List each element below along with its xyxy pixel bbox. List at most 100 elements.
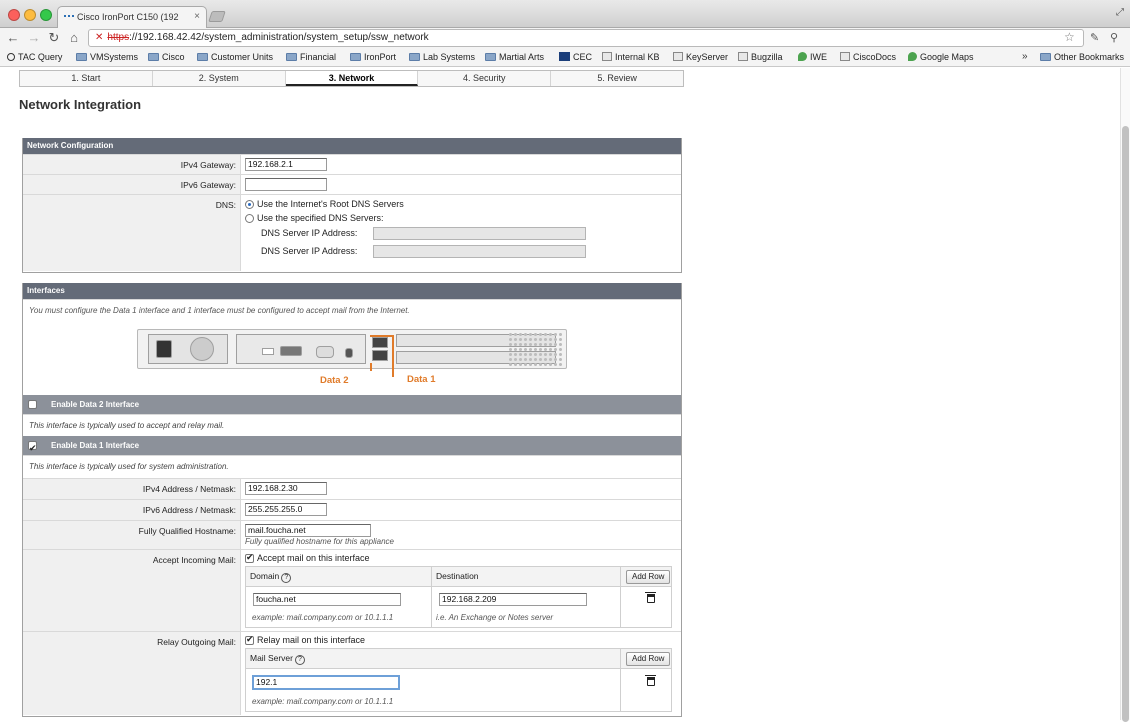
bookmark-keyserver[interactable]: KeyServer [673, 52, 728, 62]
home-icon[interactable]: ⌂ [66, 30, 82, 46]
trash-icon[interactable] [645, 675, 656, 686]
dns-specified-radio[interactable] [245, 214, 254, 224]
dns-server-1-label: DNS Server IP Address: [261, 228, 358, 239]
wizard-step-review[interactable]: 5. Review [551, 71, 683, 86]
close-window-button[interactable] [8, 9, 20, 21]
domain-help-icon[interactable]: ? [281, 573, 292, 583]
accept-mail-option[interactable]: Accept mail on this interface [245, 552, 681, 564]
bookmark-other[interactable]: Other Bookmarks [1040, 52, 1124, 62]
reset-button-icon [345, 348, 353, 358]
mail-server-input[interactable]: 192.1 [252, 675, 400, 690]
network-configuration-header: Network Configuration [23, 138, 681, 154]
new-tab-button[interactable] [208, 11, 226, 22]
bookmark-financial[interactable]: Financial [286, 52, 336, 62]
serial-port-icon [280, 346, 302, 356]
wizard-step-system[interactable]: 2. System [153, 71, 286, 86]
dns-label: DNS: [23, 195, 241, 271]
wrench-menu-icon[interactable]: ✎ [1090, 31, 1099, 44]
bookmark-star-icon[interactable]: ☆ [1064, 30, 1075, 44]
profile-icon[interactable]: ⚲ [1110, 31, 1118, 44]
scrollbar-thumb[interactable] [1122, 126, 1129, 722]
browser-tab-active[interactable]: Cisco IronPort C150 (192 × [57, 6, 207, 28]
accept-add-row-button[interactable]: Add Row [626, 570, 671, 584]
dns-server-1-input[interactable] [373, 227, 586, 241]
address-bar[interactable]: ✕ https://192.168.42.42/system_administra… [88, 29, 1084, 47]
fqdn-row: Fully Qualified Hostname: mail.foucha.ne… [23, 520, 681, 549]
bookmark-ironport[interactable]: IronPort [350, 52, 396, 62]
relay-add-row-button[interactable]: Add Row [626, 652, 671, 666]
globe-icon [798, 52, 807, 61]
bookmark-cec[interactable]: CEC [559, 52, 592, 62]
wizard-step-security[interactable]: 4. Security [418, 71, 552, 86]
bookmark-iwe[interactable]: IWE [798, 52, 827, 62]
vertical-scrollbar[interactable] [1120, 68, 1130, 722]
mail-server-help-icon[interactable]: ? [294, 655, 305, 665]
enable-data2-label: Enable Data 2 Interface [51, 400, 140, 409]
dns-server-2-input[interactable] [373, 245, 586, 259]
bookmark-bugzilla[interactable]: Bugzilla [738, 52, 783, 62]
cisco-favicon-icon [64, 14, 74, 21]
close-tab-icon[interactable]: × [194, 11, 200, 22]
bookmark-vmsystems[interactable]: VMSystems [76, 52, 138, 62]
wizard-step-start[interactable]: 1. Start [20, 71, 153, 86]
bookmark-lab-systems[interactable]: Lab Systems [409, 52, 475, 62]
relay-mail-option[interactable]: Relay mail on this interface [245, 634, 681, 646]
enable-data2-checkbox[interactable] [28, 400, 37, 409]
bookmark-martial-arts[interactable]: Martial Arts [485, 52, 544, 62]
accept-table-header: Domain? Destination Add Row [246, 567, 671, 587]
ipv4-gateway-row: IPv4 Gateway: 192.168.2.1 [23, 154, 681, 174]
reload-icon[interactable]: ↻ [46, 30, 62, 46]
cec-icon [559, 52, 570, 61]
accept-mail-checkbox[interactable] [245, 552, 254, 564]
forward-arrow-icon[interactable]: → [26, 30, 42, 46]
dns-root-option[interactable]: Use the Internet's Root DNS Servers [245, 199, 681, 210]
dns-root-radio[interactable] [245, 200, 254, 210]
trash-icon[interactable] [645, 592, 656, 603]
folder-icon [197, 53, 208, 61]
enable-data2-header: Enable Data 2 Interface [23, 395, 681, 414]
destination-column-header: Destination [436, 571, 479, 581]
folder-icon [485, 53, 496, 61]
bookmark-customer-units[interactable]: Customer Units [197, 52, 273, 62]
enable-data1-checkbox[interactable] [28, 439, 37, 458]
ipv6-gateway-label: IPv6 Gateway: [23, 175, 241, 194]
fan-icon [190, 337, 214, 361]
bookmark-google-maps[interactable]: Google Maps [908, 52, 974, 62]
data1-ipv4-input[interactable]: 192.168.2.30 [245, 482, 327, 495]
destination-input[interactable]: 192.168.2.209 [439, 593, 587, 606]
dns-server-2-label: DNS Server IP Address: [261, 246, 358, 257]
browser-titlebar: Cisco IronPort C150 (192 × ⤢ [0, 0, 1130, 28]
mail-server-column-header: Mail Server [250, 653, 293, 663]
data1-ipv6-input[interactable]: 255.255.255.0 [245, 503, 327, 516]
accept-mail-table: Domain? Destination Add Row foucha.net 1… [245, 566, 672, 628]
fullscreen-icon[interactable]: ⤢ [1116, 7, 1124, 18]
interfaces-header: Interfaces [23, 283, 681, 299]
bookmark-internal-kb[interactable]: Internal KB [602, 52, 660, 62]
domain-input[interactable]: foucha.net [253, 593, 401, 606]
diagram-label-data1: Data 1 [407, 374, 436, 385]
folder-icon [148, 53, 159, 61]
bookmark-tac-query[interactable]: TAC Query [7, 52, 62, 62]
bookmark-cisco[interactable]: Cisco [148, 52, 185, 62]
zoom-window-button[interactable] [40, 9, 52, 21]
bookmark-ciscodocs[interactable]: CiscoDocs [840, 52, 896, 62]
url-scheme: https [107, 32, 130, 43]
relay-mail-checkbox[interactable] [245, 634, 254, 646]
wizard-step-network[interactable]: 3. Network [285, 71, 419, 86]
fqdn-input[interactable]: mail.foucha.net [245, 524, 371, 537]
minimize-window-button[interactable] [24, 9, 36, 21]
dns-row: DNS: Use the Internet's Root DNS Servers… [23, 194, 681, 271]
dns-specified-label: Use the specified DNS Servers: [257, 213, 384, 224]
dns-specified-option[interactable]: Use the specified DNS Servers: [245, 213, 681, 224]
back-arrow-icon[interactable]: ← [5, 30, 21, 46]
page-viewport: 1. Start 2. System 3. Network 4. Securit… [0, 68, 1130, 722]
domain-example: example: mail.company.com or 10.1.1.1 [252, 613, 394, 622]
ipv4-gateway-input[interactable]: 192.168.2.1 [245, 158, 327, 171]
enable-data1-header: Enable Data 1 Interface [23, 436, 681, 458]
usb-port-icon [262, 348, 274, 355]
ipv6-gateway-input[interactable] [245, 178, 327, 191]
bookmarks-overflow-chevron-icon[interactable]: » [1022, 51, 1028, 62]
folder-icon [350, 53, 361, 61]
ipv6-gateway-row: IPv6 Gateway: [23, 174, 681, 194]
browser-toolbar: ← → ↻ ⌂ ✕ https://192.168.42.42/system_ad… [0, 28, 1130, 49]
